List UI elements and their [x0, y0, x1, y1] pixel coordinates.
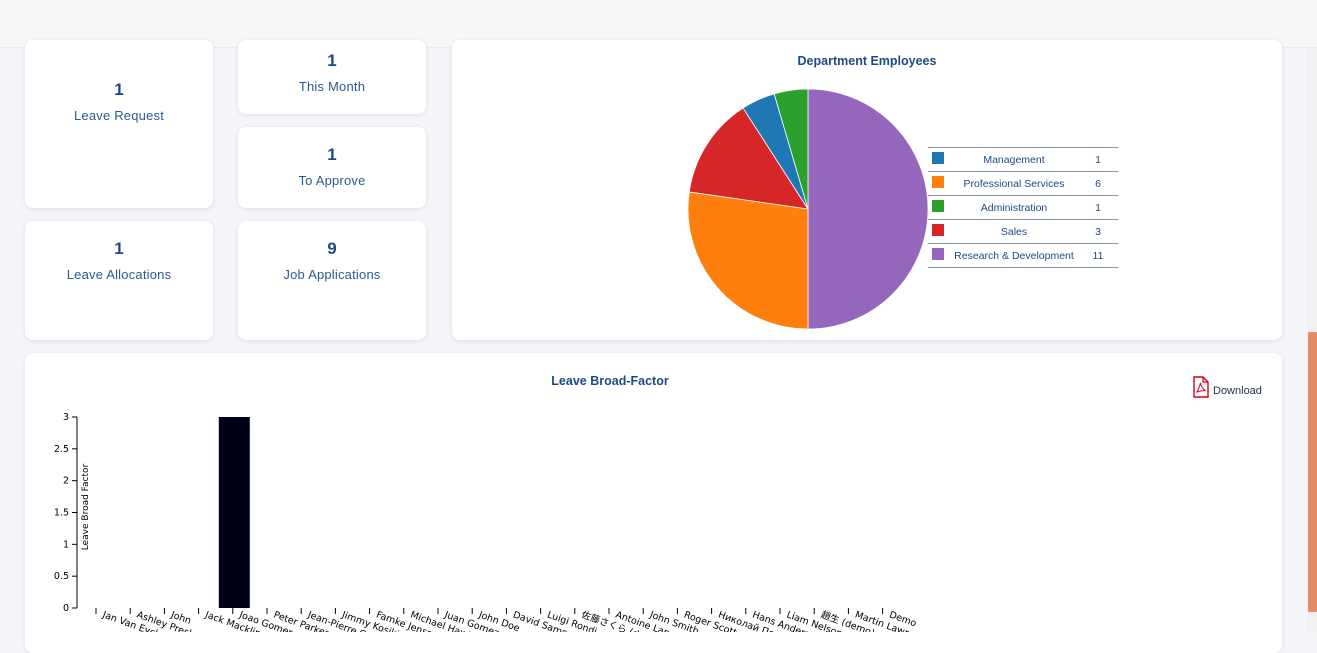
legend-value: 1 — [1095, 202, 1101, 214]
download-button[interactable]: Download — [1191, 376, 1262, 398]
y-tick-label: 1 — [63, 539, 69, 550]
y-tick-label: 0 — [63, 603, 69, 614]
legend-label: Administration — [980, 202, 1048, 214]
legend-swatch — [932, 176, 944, 188]
legend-value: 1 — [1095, 154, 1101, 166]
legend-label: Professional Services — [963, 178, 1065, 190]
legend-value: 3 — [1095, 226, 1101, 238]
leave-request-card[interactable]: 1 Leave Request — [25, 40, 213, 208]
legend-swatch — [932, 152, 944, 164]
leave-allocations-count: 1 — [114, 239, 124, 258]
legend-swatch — [932, 200, 944, 212]
department-pie-chart — [687, 88, 929, 330]
y-tick-label: 3 — [63, 412, 69, 423]
department-chart-title: Department Employees — [797, 54, 937, 68]
bar-joao-gomer[interactable] — [218, 417, 250, 608]
y-axis-label: Leave Broad Factor — [81, 463, 91, 550]
job-applications-card[interactable]: 9 Job Applications — [238, 221, 426, 340]
legend-value: 6 — [1095, 178, 1101, 190]
job-applications-label: Job Applications — [283, 267, 381, 282]
to-approve-label: To Approve — [298, 173, 366, 188]
pie-slice-professional-services[interactable] — [687, 191, 809, 330]
legend-row-management: Management 1 — [928, 147, 1118, 171]
leave-allocations-card[interactable]: 1 Leave Allocations — [25, 221, 213, 340]
pdf-icon — [1193, 376, 1209, 398]
y-tick-label: 0.5 — [54, 571, 69, 582]
legend-label: Management — [983, 154, 1045, 166]
this-month-card[interactable]: 1 This Month — [238, 40, 426, 114]
legend-label: Research & Development — [954, 250, 1074, 262]
department-legend: Management 1 Professional Services 6 Adm… — [928, 147, 1118, 268]
this-month-count: 1 — [327, 51, 337, 70]
broad-factor-chart-title: Leave Broad-Factor — [551, 374, 669, 388]
legend-row-research-development: Research & Development 11 — [928, 243, 1118, 268]
pie-slice-research-development[interactable] — [807, 88, 929, 330]
leave-allocations-label: Leave Allocations — [66, 267, 172, 282]
y-tick-label: 2.5 — [54, 444, 69, 455]
to-approve-card[interactable]: 1 To Approve — [238, 127, 426, 208]
scrollbar-thumb[interactable] — [1308, 332, 1317, 612]
legend-label: Sales — [1000, 226, 1028, 238]
to-approve-count: 1 — [327, 145, 337, 164]
legend-swatch — [932, 224, 944, 236]
legend-swatch — [932, 248, 944, 260]
leave-request-count: 1 — [114, 80, 124, 99]
legend-row-professional-services: Professional Services 6 — [928, 171, 1118, 195]
legend-row-administration: Administration 1 — [928, 195, 1118, 219]
this-month-label: This Month — [298, 79, 366, 94]
y-tick-label: 1.5 — [54, 508, 69, 519]
y-tick-label: 2 — [63, 476, 69, 487]
leave-broad-factor-bar-chart: 00.511.522.53Leave Broad FactorJan Van E… — [54, 412, 931, 632]
job-applications-count: 9 — [327, 239, 337, 258]
legend-value: 11 — [1092, 250, 1104, 262]
download-label: Download — [1213, 385, 1262, 397]
leave-request-label: Leave Request — [73, 108, 165, 123]
legend-row-sales: Sales 3 — [928, 219, 1118, 243]
